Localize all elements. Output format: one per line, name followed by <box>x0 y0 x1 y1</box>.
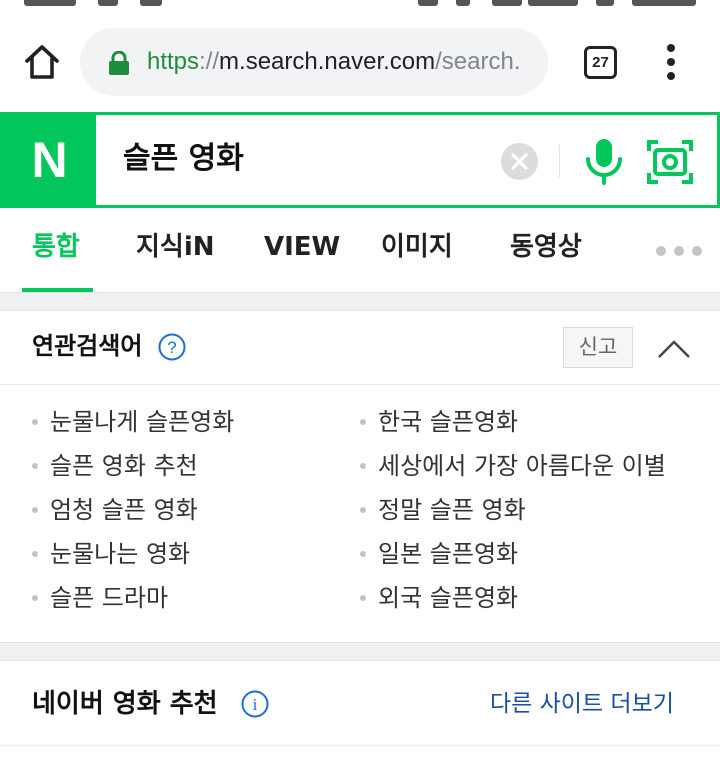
url-scheme: https <box>147 48 200 75</box>
more-sites-link[interactable]: 다른 사이트 더보기 <box>490 688 674 720</box>
help-icon[interactable]: ? <box>158 333 186 361</box>
image-search-icon[interactable] <box>646 139 694 185</box>
status-icon <box>492 0 522 6</box>
status-bar <box>0 0 720 12</box>
section-separator <box>0 642 720 661</box>
battery-icon <box>632 0 696 6</box>
lock-icon <box>108 50 130 75</box>
tab-knowledge-in[interactable]: 지식iN <box>136 230 215 264</box>
url-text: https://m.search.naver.com/search. <box>147 47 521 77</box>
movie-recommend-section: 네이버 영화 추천 i 다른 사이트 더보기 <box>0 661 720 779</box>
divider <box>559 145 560 178</box>
url-host: m.search.naver.com <box>219 48 436 75</box>
more-menu-icon[interactable] <box>664 42 678 82</box>
tab-images[interactable]: 이미지 <box>381 230 453 264</box>
tab-videos[interactable]: 동영상 <box>510 230 582 264</box>
url-path: /search. <box>435 48 521 75</box>
tab-switcher-button[interactable]: 27 <box>584 46 617 79</box>
location-icon <box>456 0 470 6</box>
svg-text:i: i <box>253 695 258 714</box>
url-separator: :// <box>199 48 220 75</box>
microphone-icon[interactable] <box>583 137 625 185</box>
search-tabs: 통합 지식iN VIEW 이미지 동영상 <box>0 208 720 292</box>
naver-logo[interactable]: N <box>3 115 96 205</box>
chevron-up-icon[interactable] <box>656 335 692 361</box>
browser-toolbar: https://m.search.naver.com/search. 27 <box>0 12 720 112</box>
divider <box>0 745 720 746</box>
address-bar[interactable]: https://m.search.naver.com/search. <box>80 28 548 96</box>
notification-icon <box>140 0 162 6</box>
divider <box>0 384 720 385</box>
search-bar: N 슬픈 영화 <box>0 112 720 208</box>
related-searches-section: 연관검색어 ? 신고 눈물나게 슬픈영화 슬픈 영화 추천 엄청 슬픈 영화 눈… <box>0 311 720 642</box>
tab-view[interactable]: VIEW <box>264 230 340 264</box>
signal-icon <box>596 0 614 6</box>
section-separator <box>0 292 720 311</box>
related-searches-title: 연관검색어 <box>32 332 143 360</box>
report-button[interactable]: 신고 <box>563 327 633 368</box>
notification-icon <box>98 0 118 6</box>
info-icon[interactable]: i <box>241 690 269 718</box>
more-tabs-icon[interactable] <box>656 246 702 256</box>
search-input[interactable]: 슬픈 영화 <box>123 139 244 179</box>
svg-text:?: ? <box>167 338 176 357</box>
home-icon[interactable] <box>22 42 62 82</box>
network-icon <box>528 0 578 6</box>
status-icon <box>418 0 438 6</box>
clear-icon[interactable] <box>501 143 538 180</box>
movie-recommend-title: 네이버 영화 추천 <box>32 689 218 719</box>
tab-integrated[interactable]: 통합 <box>32 230 80 264</box>
clock-fragment <box>24 0 76 6</box>
